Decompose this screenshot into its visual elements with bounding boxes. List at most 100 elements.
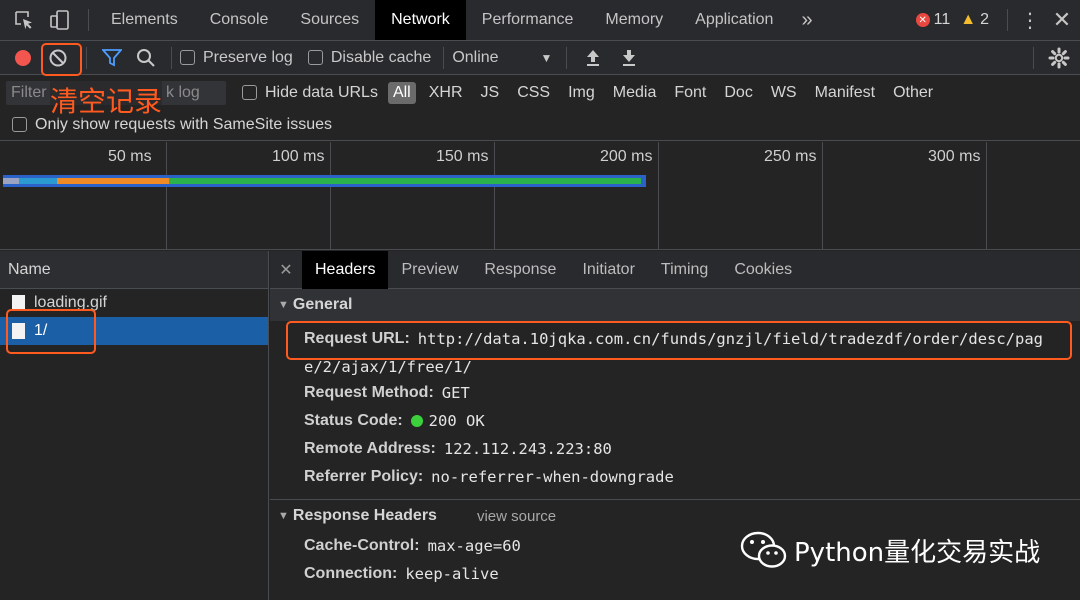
filter-toggle-button[interactable] <box>95 41 129 75</box>
general-section-header[interactable]: ▼ General <box>270 289 1080 321</box>
divider <box>443 46 445 69</box>
download-icon <box>623 49 636 66</box>
disable-cache-label: Disable cache <box>330 48 432 66</box>
filter-type-doc[interactable]: Doc <box>719 82 757 104</box>
warning-count: 2 <box>980 11 989 28</box>
request-method-label: Request Method: <box>304 384 434 401</box>
network-settings-button[interactable] <box>1042 41 1076 75</box>
customize-menu-icon[interactable]: ⋮ <box>1016 0 1044 40</box>
status-code-row: Status Code: 200 OK <box>270 407 1080 435</box>
tab-sources[interactable]: Sources <box>284 0 375 40</box>
inspect-element-icon[interactable] <box>6 0 42 40</box>
throttling-select[interactable]: Online ▼ <box>452 49 552 67</box>
close-devtools-icon[interactable]: ✕ <box>1044 0 1080 40</box>
timeline-tick-label: 200 ms <box>600 148 653 165</box>
timeline-tick-label: 300 ms <box>928 148 981 165</box>
close-detail-icon[interactable]: ✕ <box>270 251 302 289</box>
remote-address-label: Remote Address: <box>304 440 436 457</box>
filter-type-xhr[interactable]: XHR <box>424 82 468 104</box>
waterfall-bar-download <box>169 178 641 184</box>
filter-type-css[interactable]: CSS <box>512 82 555 104</box>
filter-type-js[interactable]: JS <box>476 82 505 104</box>
request-list: Name loading.gif 1/ <box>0 251 269 600</box>
timeline-gridline <box>494 142 495 250</box>
divider <box>566 46 568 69</box>
detail-tab-headers[interactable]: Headers <box>302 250 389 289</box>
response-headers-section-header[interactable]: ▼ Response Headers view source <box>270 500 1080 532</box>
detail-tab-initiator[interactable]: Initiator <box>569 251 647 289</box>
expand-triangle-icon: ▼ <box>278 510 289 522</box>
view-source-link[interactable]: view source <box>477 508 556 525</box>
request-url-value-line2: e/2/ajax/1/free/1/ <box>304 358 472 376</box>
hide-data-urls-label: Hide data URLs <box>265 83 378 101</box>
timeline-gridline <box>822 142 823 250</box>
disable-cache-checkbox[interactable] <box>307 50 323 65</box>
timeline-gridline <box>330 142 331 250</box>
tab-performance[interactable]: Performance <box>466 0 590 40</box>
status-code-value: 200 OK <box>428 412 485 430</box>
remote-address-row: Remote Address: 122.112.243.223:80 <box>270 435 1080 463</box>
filter-type-img[interactable]: Img <box>563 82 600 104</box>
device-toolbar-icon[interactable] <box>42 0 78 40</box>
expand-triangle-icon: ▼ <box>278 299 289 311</box>
wechat-watermark: Python量化交易实战 <box>740 530 1040 570</box>
status-code-label: Status Code: <box>304 412 403 429</box>
request-method-row: Request Method: GET <box>270 379 1080 407</box>
tab-application[interactable]: Application <box>679 0 789 40</box>
name-header-label: Name <box>8 260 51 278</box>
divider <box>86 46 87 69</box>
upload-icon <box>587 49 600 66</box>
preserve-log-checkbox[interactable] <box>180 50 195 65</box>
tab-console[interactable]: Console <box>194 0 285 40</box>
filter-type-manifest[interactable]: Manifest <box>810 82 880 104</box>
timeline-gridline <box>658 142 659 250</box>
status-ok-dot-icon <box>410 415 423 427</box>
annotation-label-clear: 清空记录 <box>50 80 163 120</box>
timeline-tick-label: 50 ms <box>108 148 152 165</box>
timeline-tick-label: 250 ms <box>764 148 817 165</box>
error-counter[interactable]: ✕ 11 ▲ 2 <box>915 11 989 29</box>
referrer-policy-row: Referrer Policy: no-referrer-when-downgr… <box>270 463 1080 491</box>
connection-value: keep-alive <box>405 565 499 583</box>
tab-elements[interactable]: Elements <box>95 0 194 40</box>
detail-tab-cookies[interactable]: Cookies <box>721 251 805 289</box>
warning-icon: ▲ <box>960 11 977 28</box>
filter-type-all[interactable]: All <box>387 81 416 104</box>
tab-network[interactable]: Network <box>375 0 466 40</box>
wechat-logo-icon <box>740 531 787 568</box>
record-button[interactable] <box>8 41 38 75</box>
chevron-down-icon: ▼ <box>540 50 553 65</box>
timeline-tick-label: 100 ms <box>272 148 325 165</box>
waterfall-bar-connect <box>19 178 57 184</box>
annotation-box-request-url <box>286 321 1072 360</box>
detail-tab-response[interactable]: Response <box>471 251 569 289</box>
filter-type-media[interactable]: Media <box>608 82 662 104</box>
tab-memory[interactable]: Memory <box>589 0 679 40</box>
divider <box>1007 9 1008 31</box>
import-har-button[interactable] <box>575 41 611 75</box>
annotation-box-request-row <box>6 309 96 354</box>
search-button[interactable] <box>129 41 163 75</box>
network-overview-timeline[interactable]: 50 ms 100 ms 150 ms 200 ms 250 ms 300 ms <box>0 142 1080 250</box>
timeline-gridline <box>986 142 987 250</box>
detail-tab-timing[interactable]: Timing <box>648 251 721 289</box>
name-column-header[interactable]: Name <box>0 251 268 289</box>
filter-type-ws[interactable]: WS <box>766 82 802 104</box>
search-icon <box>137 48 155 67</box>
more-tabs-button[interactable]: » <box>789 0 824 40</box>
record-icon <box>15 49 31 66</box>
filter-type-font[interactable]: Font <box>669 82 711 104</box>
divider <box>171 46 172 69</box>
samesite-checkbox[interactable] <box>12 117 27 132</box>
cache-control-value: max-age=60 <box>427 537 521 555</box>
hide-data-urls-checkbox[interactable] <box>242 85 257 100</box>
watermark-text: Python量化交易实战 <box>794 537 1041 568</box>
export-har-button[interactable] <box>611 41 647 75</box>
preserve-log-label: Preserve log <box>203 48 293 66</box>
waterfall-bar-waiting <box>57 178 169 184</box>
detail-tab-preview[interactable]: Preview <box>388 251 471 289</box>
request-method-value: GET <box>441 384 470 402</box>
filter-type-other[interactable]: Other <box>888 82 938 104</box>
throttling-value: Online <box>452 48 499 66</box>
network-toolbar: Preserve log Disable cache Online ▼ <box>0 41 1080 75</box>
